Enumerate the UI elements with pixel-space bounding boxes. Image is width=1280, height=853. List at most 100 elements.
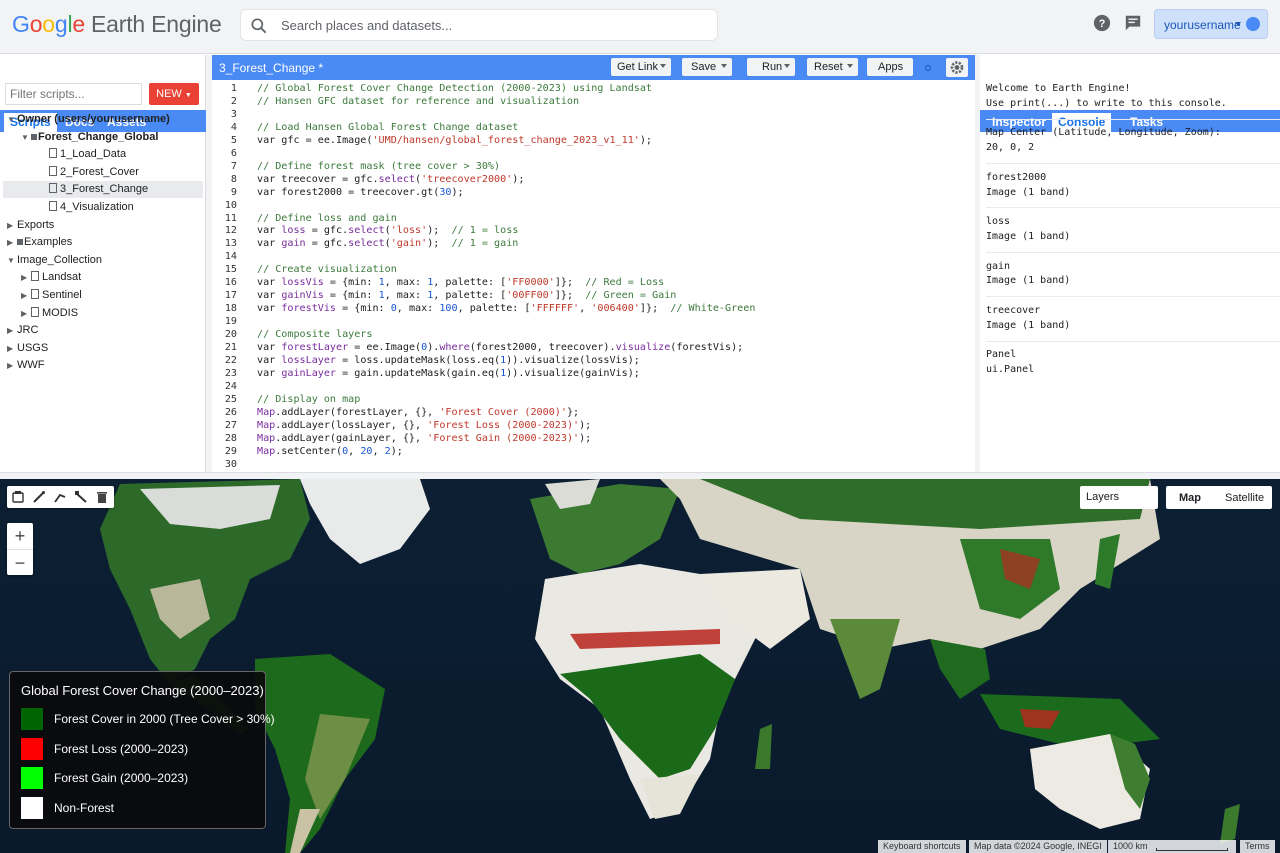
collapsed-icon[interactable]: ▶: [21, 269, 31, 286]
code-line[interactable]: 16 var lossVis = {min: 1, max: 1, palette…: [212, 276, 975, 289]
code-line[interactable]: 30: [212, 458, 975, 471]
code-line[interactable]: 15 // Create visualization: [212, 263, 975, 276]
line-icon[interactable]: [52, 489, 68, 505]
code-line[interactable]: 13 var gain = gfc.select('gain'); // 1 = …: [212, 237, 975, 250]
left-splitter[interactable]: [206, 55, 212, 472]
tree-item[interactable]: ▶ Examples: [3, 234, 203, 251]
expanded-icon[interactable]: ▼: [21, 129, 31, 146]
code-line[interactable]: 3: [212, 108, 975, 121]
logo-google-text: Google: [12, 11, 85, 37]
tree-item-label: Owner (users/yourusername): [17, 113, 170, 125]
code-editor-panel: 3_Forest_Change * Get Link Save Run Rese…: [212, 55, 975, 472]
polygon-icon[interactable]: [73, 489, 89, 505]
code-line[interactable]: 6: [212, 147, 975, 160]
search-box[interactable]: [240, 9, 718, 41]
legend-title: Global Forest Cover Change (2000–2023): [21, 683, 264, 698]
hand-icon[interactable]: [10, 489, 26, 505]
search-icon: [251, 18, 267, 34]
collapsed-icon[interactable]: ▶: [7, 357, 17, 374]
expanded-icon[interactable]: ▼: [7, 252, 17, 269]
keyboard-shortcuts-link[interactable]: Keyboard shortcuts: [878, 840, 966, 853]
map-type-map-button[interactable]: Map: [1179, 492, 1201, 504]
save-button[interactable]: Save: [682, 58, 732, 76]
map-splitter[interactable]: [0, 472, 1280, 479]
code-line[interactable]: 26 Map.addLayer(forestLayer, {}, 'Forest …: [212, 406, 975, 419]
code-line[interactable]: 22 var lossLayer = loss.updateMask(loss.e…: [212, 354, 975, 367]
settings-button[interactable]: [946, 58, 968, 77]
code-line[interactable]: 23 var gainLayer = gain.updateMask(gain.e…: [212, 367, 975, 380]
get-link-button[interactable]: Get Link: [611, 58, 671, 76]
tree-item[interactable]: ▶ Landsat: [3, 269, 203, 286]
code-line[interactable]: 14: [212, 250, 975, 263]
right-splitter[interactable]: [975, 55, 980, 472]
zoom-in-button[interactable]: +: [7, 523, 33, 549]
code-line[interactable]: 5 var gfc = ee.Image('UMD/hansen/global_f…: [212, 134, 975, 147]
tree-item[interactable]: ▼ Image_Collection: [3, 252, 203, 269]
tree-item[interactable]: ▶ WWF: [3, 357, 203, 374]
apps-button[interactable]: Apps: [867, 58, 913, 76]
line-number: 20: [224, 329, 237, 341]
code-line[interactable]: 27 Map.addLayer(lossLayer, {}, 'Forest Lo…: [212, 419, 975, 432]
code-line[interactable]: 20 // Composite layers: [212, 328, 975, 341]
layers-button[interactable]: Layers: [1080, 486, 1158, 509]
tree-item[interactable]: ▼ Forest_Change_Global: [3, 129, 203, 146]
legend-label: Forest Cover in 2000 (Tree Cover > 30%): [54, 712, 275, 726]
terms-link[interactable]: Terms: [1240, 840, 1275, 853]
code-line[interactable]: 4 // Load Hansen Global Forest Change dat…: [212, 121, 975, 134]
code-line[interactable]: 1 // Global Forest Cover Change Detection…: [212, 82, 975, 95]
code-line[interactable]: 28 Map.addLayer(gainLayer, {}, 'Forest Ga…: [212, 432, 975, 445]
code-line[interactable]: 18 var forestVis = {min: 0, max: 100, pal…: [212, 302, 975, 315]
tree-item[interactable]: ▶ Exports: [3, 217, 203, 234]
filter-scripts-input[interactable]: [5, 83, 142, 105]
code-line[interactable]: 25 // Display on map: [212, 393, 975, 406]
line-number: 16: [224, 277, 237, 289]
collapsed-icon[interactable]: ▶: [7, 234, 17, 251]
code-text: // Create visualization: [257, 264, 397, 276]
collapsed-icon[interactable]: ▶: [7, 217, 17, 234]
search-input[interactable]: [281, 10, 711, 40]
tree-item[interactable]: ▶ MODIS: [3, 305, 203, 322]
run-button[interactable]: Run: [747, 58, 795, 76]
tree-item[interactable]: 3_Forest_Change: [3, 181, 203, 199]
collapsed-icon[interactable]: ▶: [7, 322, 17, 339]
file-icon: [31, 306, 39, 317]
reset-button[interactable]: Reset: [807, 58, 858, 76]
map-canvas[interactable]: + − Layers Map Satellite Global Forest C…: [0, 479, 1280, 853]
trash-icon[interactable]: [94, 489, 110, 505]
feedback-icon[interactable]: [1124, 14, 1142, 32]
new-script-button[interactable]: NEW ▼: [149, 83, 199, 105]
tree-item[interactable]: 2_Forest_Cover: [3, 164, 203, 181]
tree-item[interactable]: ▶ USGS: [3, 340, 203, 357]
help-icon[interactable]: ?: [1093, 14, 1111, 32]
map-legend: Global Forest Cover Change (2000–2023) F…: [9, 671, 275, 829]
marker-icon[interactable]: [31, 489, 47, 505]
code-line[interactable]: 7 // Define forest mask (tree cover > 30%…: [212, 160, 975, 173]
tree-item[interactable]: 4_Visualization: [3, 199, 203, 216]
tree-item-label: USGS: [17, 341, 49, 354]
code-line[interactable]: 12 var loss = gfc.select('loss'); // 1 = …: [212, 224, 975, 237]
code-line[interactable]: 19: [212, 315, 975, 328]
tree-item[interactable]: ▶ JRC: [3, 322, 203, 339]
user-account-button[interactable]: yourusername: [1154, 9, 1268, 39]
collapsed-icon[interactable]: ▶: [7, 340, 17, 357]
code-line[interactable]: 11 // Define loss and gain: [212, 212, 975, 225]
line-number: 24: [224, 380, 237, 392]
map-type-satellite-button[interactable]: Satellite: [1225, 492, 1264, 504]
code-line[interactable]: 10: [212, 199, 975, 212]
code-line[interactable]: 21 var forestLayer = ee.Image(0).where(fo…: [212, 341, 975, 354]
file-icon: [49, 201, 57, 211]
app-logo[interactable]: Google Earth Engine: [12, 11, 222, 38]
collapsed-icon[interactable]: ▶: [21, 305, 31, 322]
code-line[interactable]: 9 var forest2000 = treecover.gt(30);: [212, 186, 975, 199]
tree-item[interactable]: ▶ Sentinel: [3, 287, 203, 304]
tree-item[interactable]: ▼ Owner (users/yourusername): [3, 111, 203, 128]
expanded-icon[interactable]: ▼: [7, 111, 17, 128]
zoom-out-button[interactable]: −: [7, 549, 33, 575]
code-line[interactable]: 24: [212, 380, 975, 393]
code-line[interactable]: 8 var treecover = gfc.select('treecover20…: [212, 173, 975, 186]
collapsed-icon[interactable]: ▶: [21, 287, 31, 304]
code-line[interactable]: 17 var gainVis = {min: 1, max: 1, palette…: [212, 289, 975, 302]
code-line[interactable]: 2 // Hansen GFC dataset for reference and…: [212, 95, 975, 108]
tree-item[interactable]: 1_Load_Data: [3, 146, 203, 163]
code-line[interactable]: 29 Map.setCenter(0, 20, 2);: [212, 445, 975, 458]
